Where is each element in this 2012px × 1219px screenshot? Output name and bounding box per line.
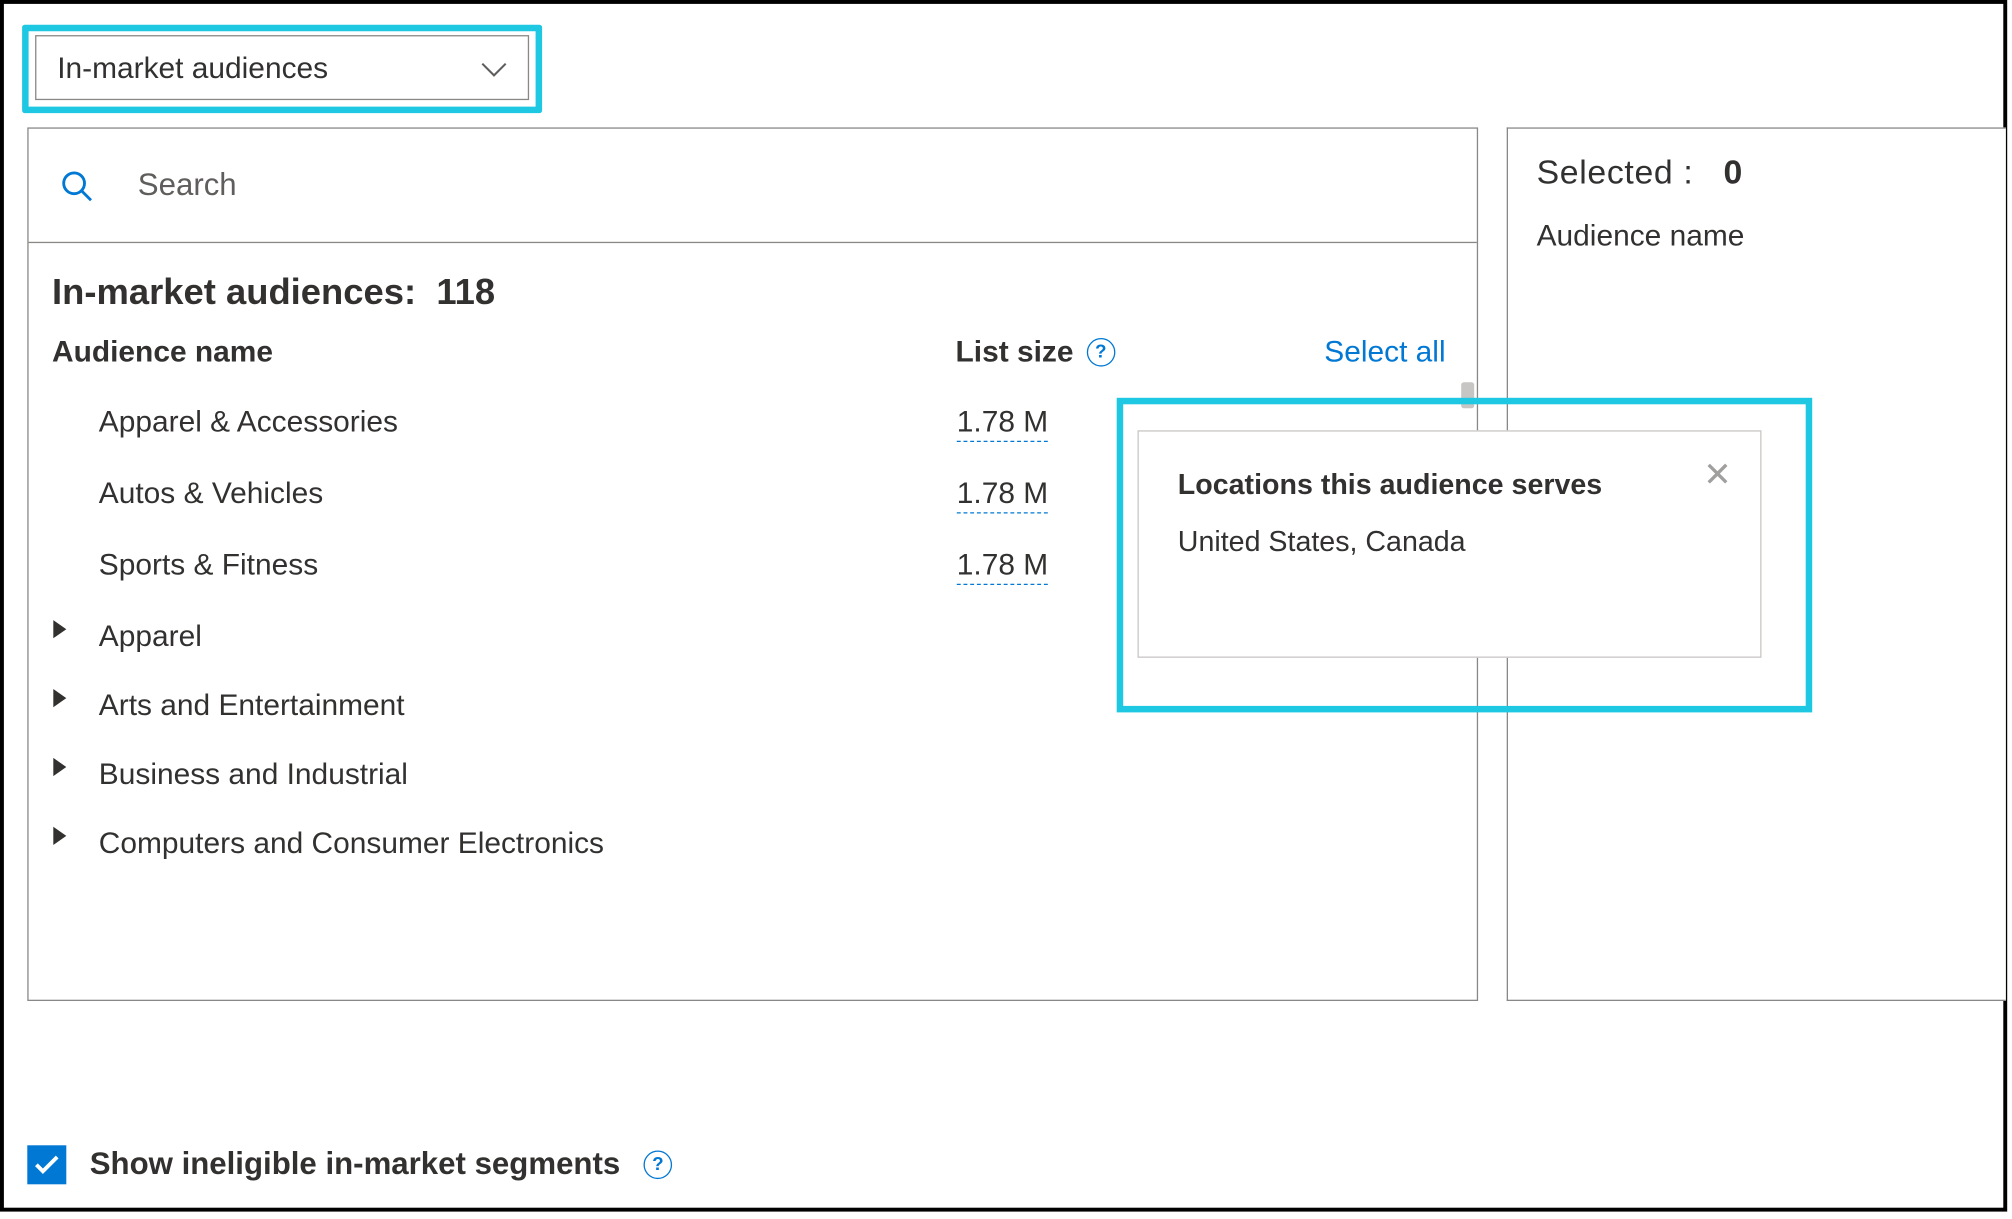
help-icon[interactable]: ? xyxy=(1086,337,1115,366)
search-input[interactable] xyxy=(138,167,1477,203)
scrollbar-thumb[interactable] xyxy=(1461,382,1474,408)
selected-column-header: Audience name xyxy=(1537,218,2006,253)
show-ineligible-label: Show ineligible in-market segments xyxy=(90,1147,621,1183)
audience-type-selected: In-market audiences xyxy=(57,50,328,85)
list-size-value[interactable]: 1.78 M xyxy=(957,404,1048,442)
audience-name: Arts and Entertainment xyxy=(99,688,957,723)
audience-name: Autos & Vehicles xyxy=(99,476,957,511)
list-count-line: In-market audiences: 118 xyxy=(52,272,1446,314)
select-all-link[interactable]: Select all xyxy=(1324,334,1445,369)
column-header-size: List size ? xyxy=(955,334,1137,369)
audience-row[interactable]: Business and Industrial xyxy=(52,740,1453,809)
list-title-prefix: In-market audiences: xyxy=(52,272,416,312)
audience-type-dropdown[interactable]: In-market audiences xyxy=(35,35,529,100)
search-icon xyxy=(60,168,94,202)
column-header-size-text: List size xyxy=(955,334,1073,369)
audience-name: Apparel & Accessories xyxy=(99,404,957,439)
show-ineligible-checkbox[interactable] xyxy=(27,1145,66,1184)
list-header: In-market audiences: 118 Audience name L… xyxy=(29,243,1477,377)
audience-picker-panel: In-market audiences In-market audiences:… xyxy=(0,0,2007,1212)
selected-label: Selected : xyxy=(1537,152,1694,191)
expand-icon[interactable] xyxy=(52,619,99,640)
audience-name: Sports & Fitness xyxy=(99,547,957,582)
expand-icon[interactable] xyxy=(52,757,99,778)
help-icon[interactable]: ? xyxy=(644,1151,673,1180)
chevron-down-icon xyxy=(481,50,507,85)
list-count: 118 xyxy=(436,272,495,312)
tooltip-body: United States, Canada xyxy=(1178,525,1721,559)
audience-name: Apparel xyxy=(99,619,957,654)
audience-row[interactable]: Computers and Consumer Electronics xyxy=(52,809,1453,878)
list-size-value[interactable]: 1.78 M xyxy=(957,547,1048,585)
expand-icon[interactable] xyxy=(52,688,99,709)
footer-row: Show ineligible in-market segments ? xyxy=(27,1145,672,1184)
locations-tooltip: ✕ Locations this audience serves United … xyxy=(1138,430,1762,658)
expand-icon[interactable] xyxy=(52,826,99,847)
tooltip-title: Locations this audience serves xyxy=(1178,468,1721,502)
audience-name: Computers and Consumer Electronics xyxy=(99,826,957,861)
selected-header: Selected : 0 xyxy=(1537,152,2006,192)
list-size-value[interactable]: 1.78 M xyxy=(957,476,1048,514)
column-header-name: Audience name xyxy=(52,334,955,369)
search-row xyxy=(29,129,1477,243)
audience-name: Business and Industrial xyxy=(99,757,957,792)
audience-row[interactable]: Arts and Entertainment xyxy=(52,671,1453,740)
close-icon[interactable]: ✕ xyxy=(1703,458,1731,492)
selected-count: 0 xyxy=(1724,152,1743,191)
